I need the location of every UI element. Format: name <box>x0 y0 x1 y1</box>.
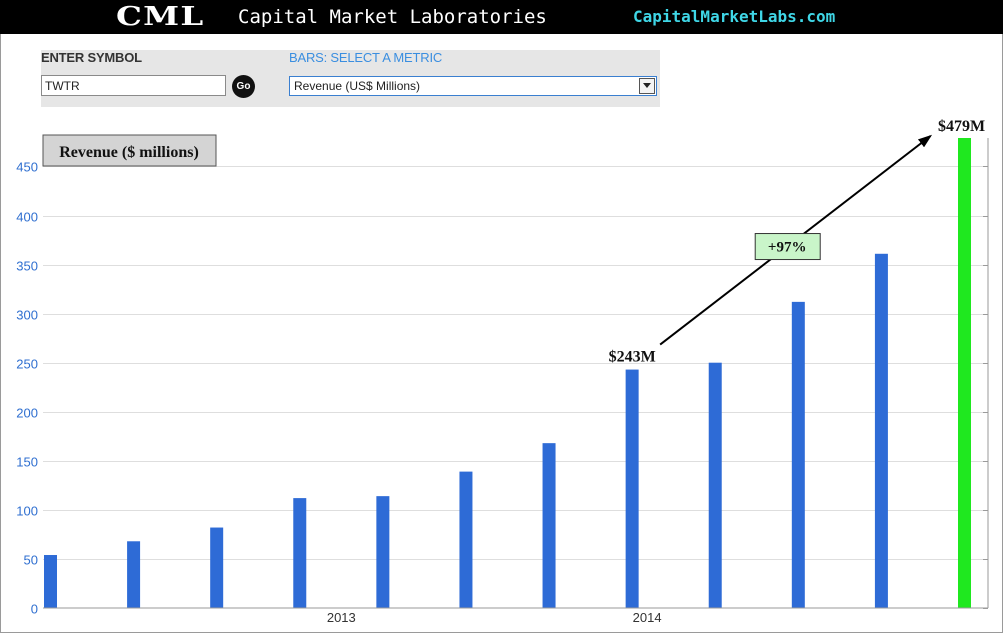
start-value-label: $243M <box>609 349 656 366</box>
y-tick-label: 400 <box>16 210 38 225</box>
bar <box>708 362 722 608</box>
chart-title-box: Revenue ($ millions) <box>42 134 217 167</box>
end-value-label: $479M <box>938 118 985 135</box>
chart-title: Revenue ($ millions) <box>59 144 199 161</box>
y-tick-label: 0 <box>31 602 38 617</box>
bar <box>127 541 141 608</box>
x-tick-label: 2014 <box>633 610 662 625</box>
change-label: +97% <box>768 240 807 256</box>
y-tick-label: 100 <box>16 504 38 519</box>
bar <box>459 471 473 608</box>
bar <box>791 301 805 608</box>
y-tick-label: 50 <box>24 553 38 568</box>
y-tick-label: 300 <box>16 308 38 323</box>
bar <box>210 527 224 608</box>
y-tick-label: 450 <box>16 160 38 175</box>
highlight-bar <box>958 138 971 608</box>
revenue-chart: 0 50 100 150 200 250 300 350 400 450 2013 2014 +97%… <box>16 118 989 625</box>
x-tick-label: 2013 <box>327 610 356 625</box>
bar <box>625 369 639 608</box>
bar <box>542 443 556 608</box>
y-tick-label: 350 <box>16 259 38 274</box>
y-tick-label: 200 <box>16 406 38 421</box>
bar <box>874 253 888 608</box>
bar <box>44 555 57 608</box>
bar <box>293 498 307 608</box>
y-tick-label: 250 <box>16 357 38 372</box>
y-tick-label: 150 <box>16 455 38 470</box>
bar <box>376 496 390 608</box>
